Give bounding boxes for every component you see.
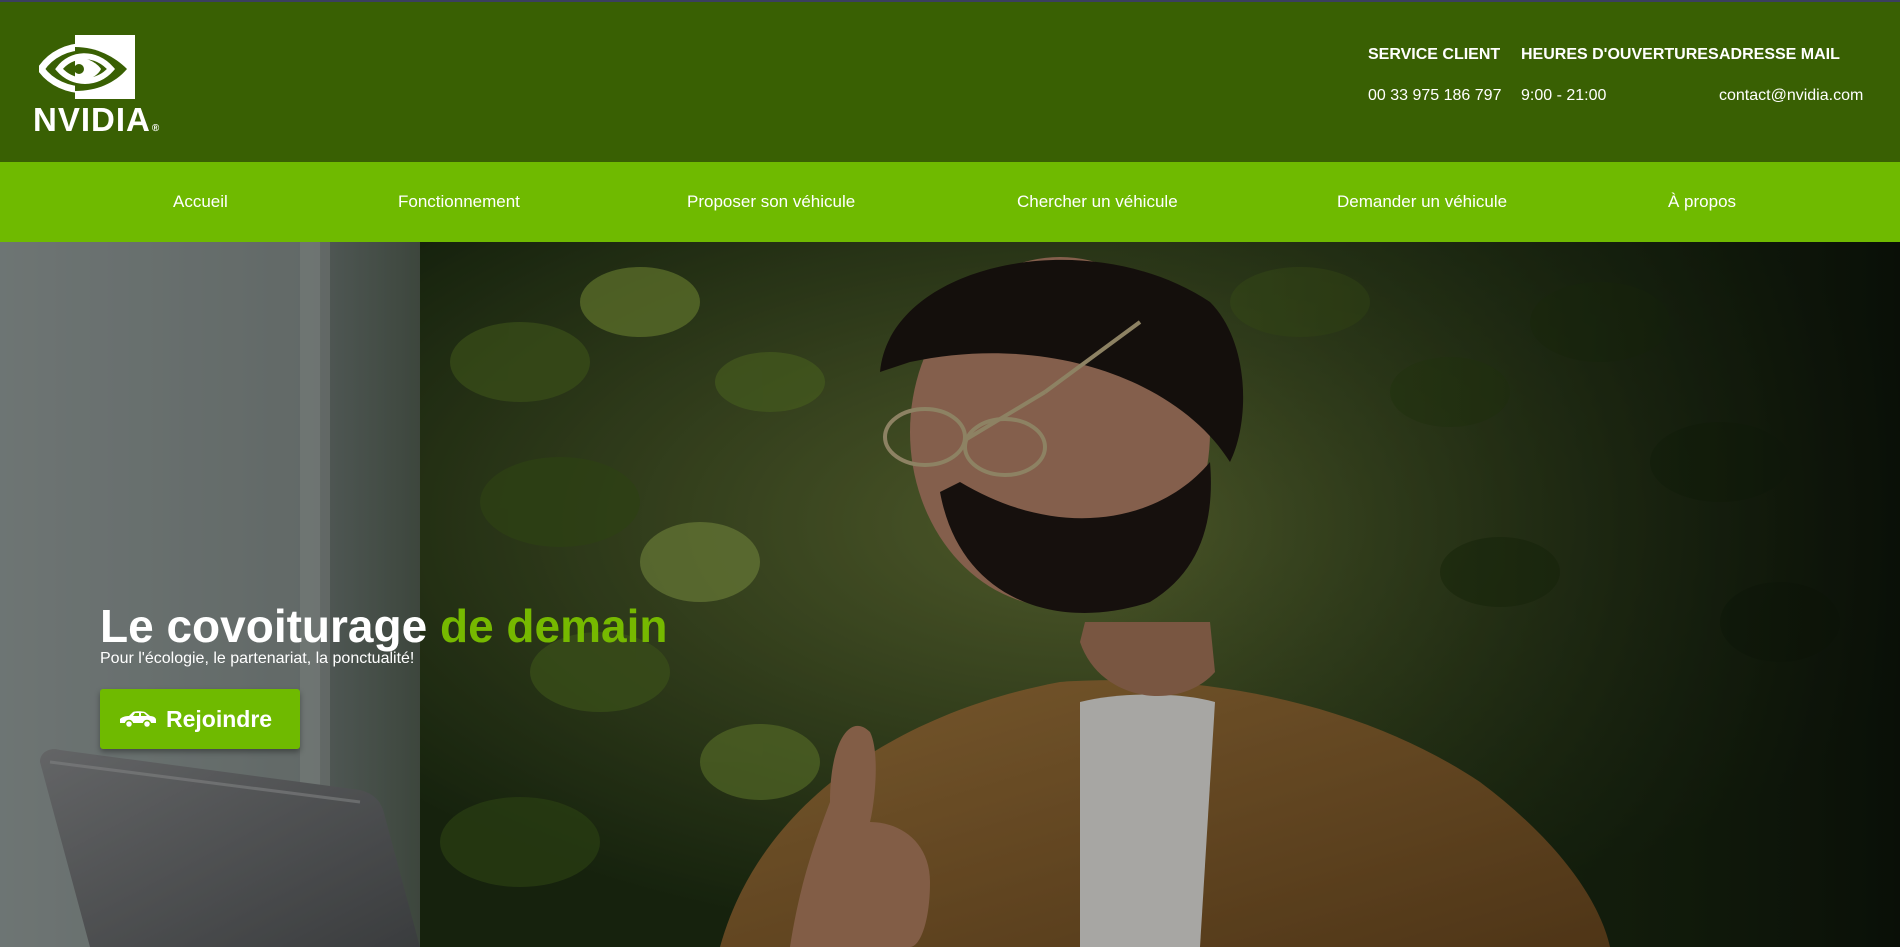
nav-item-demander-vehicule[interactable]: Demander un véhicule	[1337, 162, 1507, 242]
hero-section: Le covoiturage de demain Pour l'écologie…	[0, 242, 1900, 947]
contact-email-block: ADRESSE MAIL contact@nvidia.com	[1719, 45, 1863, 106]
hero-title-main: Le covoiturage	[100, 599, 440, 652]
join-button[interactable]: Rejoindre	[100, 689, 300, 749]
hero-background-image	[0, 242, 1900, 947]
contact-title: ADRESSE MAIL	[1719, 46, 1840, 63]
hero-title: Le covoiturage de demain	[100, 598, 667, 654]
nvidia-eye-icon	[39, 35, 135, 99]
contact-email[interactable]: contact@nvidia.com	[1719, 86, 1863, 106]
main-nav: Accueil Fonctionnement Proposer son véhi…	[0, 162, 1900, 242]
contact-phone[interactable]: 00 33 975 186 797	[1368, 86, 1501, 106]
hero-subtitle: Pour l'écologie, le partenariat, la ponc…	[100, 650, 415, 667]
contact-hours: 9:00 - 21:00	[1521, 87, 1607, 104]
nav-item-a-propos[interactable]: À propos	[1668, 162, 1736, 242]
nav-item-accueil[interactable]: Accueil	[173, 162, 228, 242]
brand-wordmark: NVIDIA®	[33, 101, 161, 138]
nav-item-proposer-vehicule[interactable]: Proposer son véhicule	[687, 162, 855, 242]
contact-opening-hours: HEURES D'OUVERTURES 9:00 - 21:00	[1521, 45, 1719, 106]
contact-title: SERVICE CLIENT	[1368, 46, 1501, 63]
join-button-label: Rejoindre	[166, 705, 273, 732]
nav-item-chercher-vehicule[interactable]: Chercher un véhicule	[1017, 162, 1178, 242]
contact-title: HEURES D'OUVERTURES	[1521, 46, 1719, 63]
brand-logo[interactable]: NVIDIA®	[33, 35, 168, 138]
contact-service-client: SERVICE CLIENT 00 33 975 186 797	[1368, 45, 1501, 106]
top-header: NVIDIA® SERVICE CLIENT 00 33 975 186 797…	[0, 0, 1900, 162]
hero-title-accent: de demain	[439, 599, 668, 652]
nav-item-fonctionnement[interactable]: Fonctionnement	[398, 162, 520, 242]
registered-mark: ®	[151, 123, 161, 134]
car-icon	[120, 711, 156, 729]
